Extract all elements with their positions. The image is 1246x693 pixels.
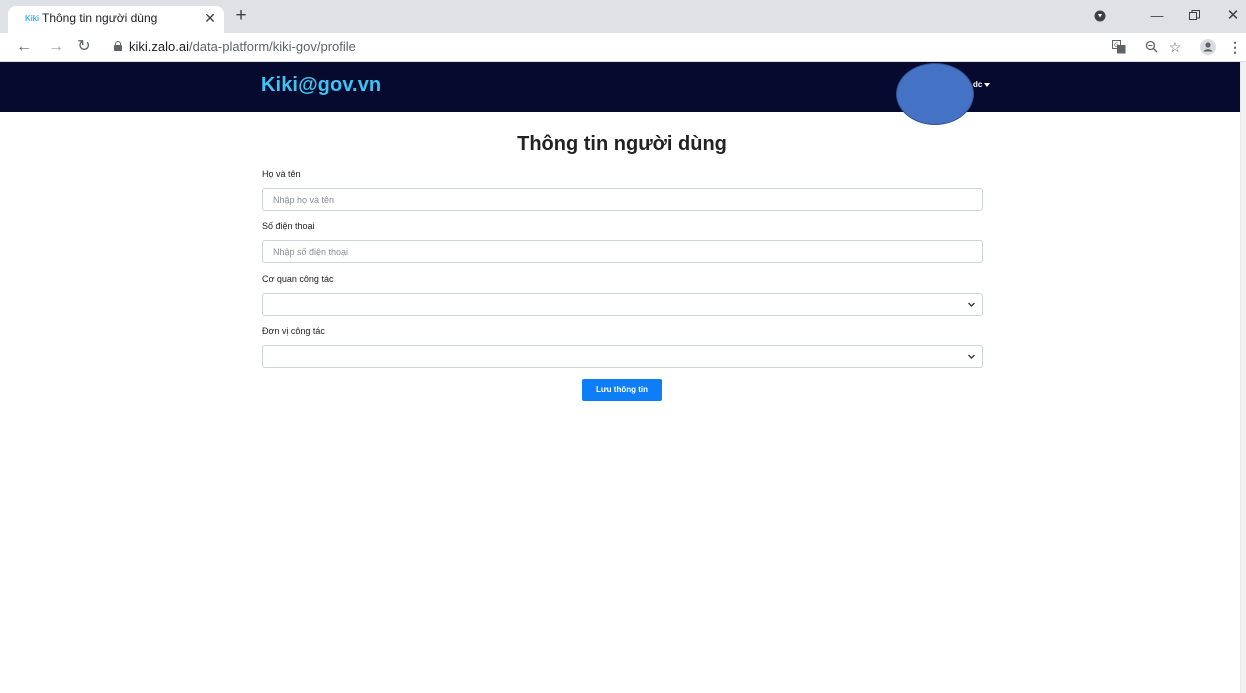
browser-tab[interactable]: Kiki Thông tin người dùng ✕ <box>8 6 224 33</box>
phone-input[interactable] <box>262 240 983 263</box>
reload-icon[interactable]: ↻ <box>74 36 94 58</box>
save-info-button[interactable]: Lưu thông tin <box>582 379 662 401</box>
restore-icon[interactable] <box>1183 4 1205 28</box>
close-icon[interactable]: ✕ <box>1222 4 1244 28</box>
zoom-icon[interactable] <box>1142 36 1160 58</box>
address-host: kiki.zalo.ai <box>129 39 189 54</box>
more-vert-icon[interactable]: ⋮ <box>1226 36 1244 58</box>
page-scrollbar[interactable] <box>1240 62 1246 693</box>
fullname-label: Họ và tên <box>262 169 301 179</box>
user-name: dc <box>973 80 983 89</box>
extension-icon[interactable] <box>1090 4 1110 28</box>
address-bar[interactable]: kiki.zalo.ai/data-platform/kiki-gov/prof… <box>100 35 1240 59</box>
translate-icon[interactable]: G <box>1110 36 1128 58</box>
page-title: Thông tin người dùng <box>0 133 1246 156</box>
tab-title: Thông tin người dùng <box>42 11 158 25</box>
browser-toolbar: ← → ↻ kiki.zalo.ai/data-platform/kiki-go… <box>0 33 1246 62</box>
lock-icon[interactable] <box>114 41 122 51</box>
agency-label: Cơ quan công tác <box>262 274 334 284</box>
phone-label: Số điện thoại <box>262 221 315 231</box>
brand-logo[interactable]: Kiki@gov.vn <box>261 74 381 97</box>
kiki-favicon-icon: Kiki <box>25 14 39 23</box>
chevron-down-icon <box>968 301 975 308</box>
browser-tabstrip: Kiki Thông tin người dùng ✕ + — ✕ <box>0 0 1246 33</box>
unit-label: Đơn vị công tác <box>262 326 325 336</box>
svg-text:G: G <box>1114 42 1119 49</box>
user-menu-dropdown[interactable]: dc <box>973 80 991 89</box>
app-header: Kiki@gov.vn <box>0 62 1240 112</box>
tab-close-icon[interactable]: ✕ <box>202 9 218 27</box>
new-tab-icon[interactable]: + <box>232 6 250 26</box>
user-avatar-overlay <box>896 63 974 125</box>
chevron-down-icon <box>968 353 975 360</box>
minimize-icon[interactable]: — <box>1146 4 1168 28</box>
arrow-left-icon[interactable]: ← <box>14 36 34 58</box>
arrow-right-icon[interactable]: → <box>46 36 66 58</box>
profile-icon[interactable] <box>1199 36 1217 58</box>
star-icon[interactable]: ☆ <box>1166 36 1184 58</box>
fullname-input[interactable] <box>262 188 983 211</box>
page-title-text: Thông tin người dùng <box>517 133 727 155</box>
agency-select[interactable] <box>262 293 983 316</box>
caret-down-icon <box>984 82 991 87</box>
address-path: /data-platform/kiki-gov/profile <box>188 39 356 54</box>
unit-select[interactable] <box>262 345 983 368</box>
address-url[interactable]: kiki.zalo.ai/data-platform/kiki-gov/prof… <box>129 39 356 54</box>
